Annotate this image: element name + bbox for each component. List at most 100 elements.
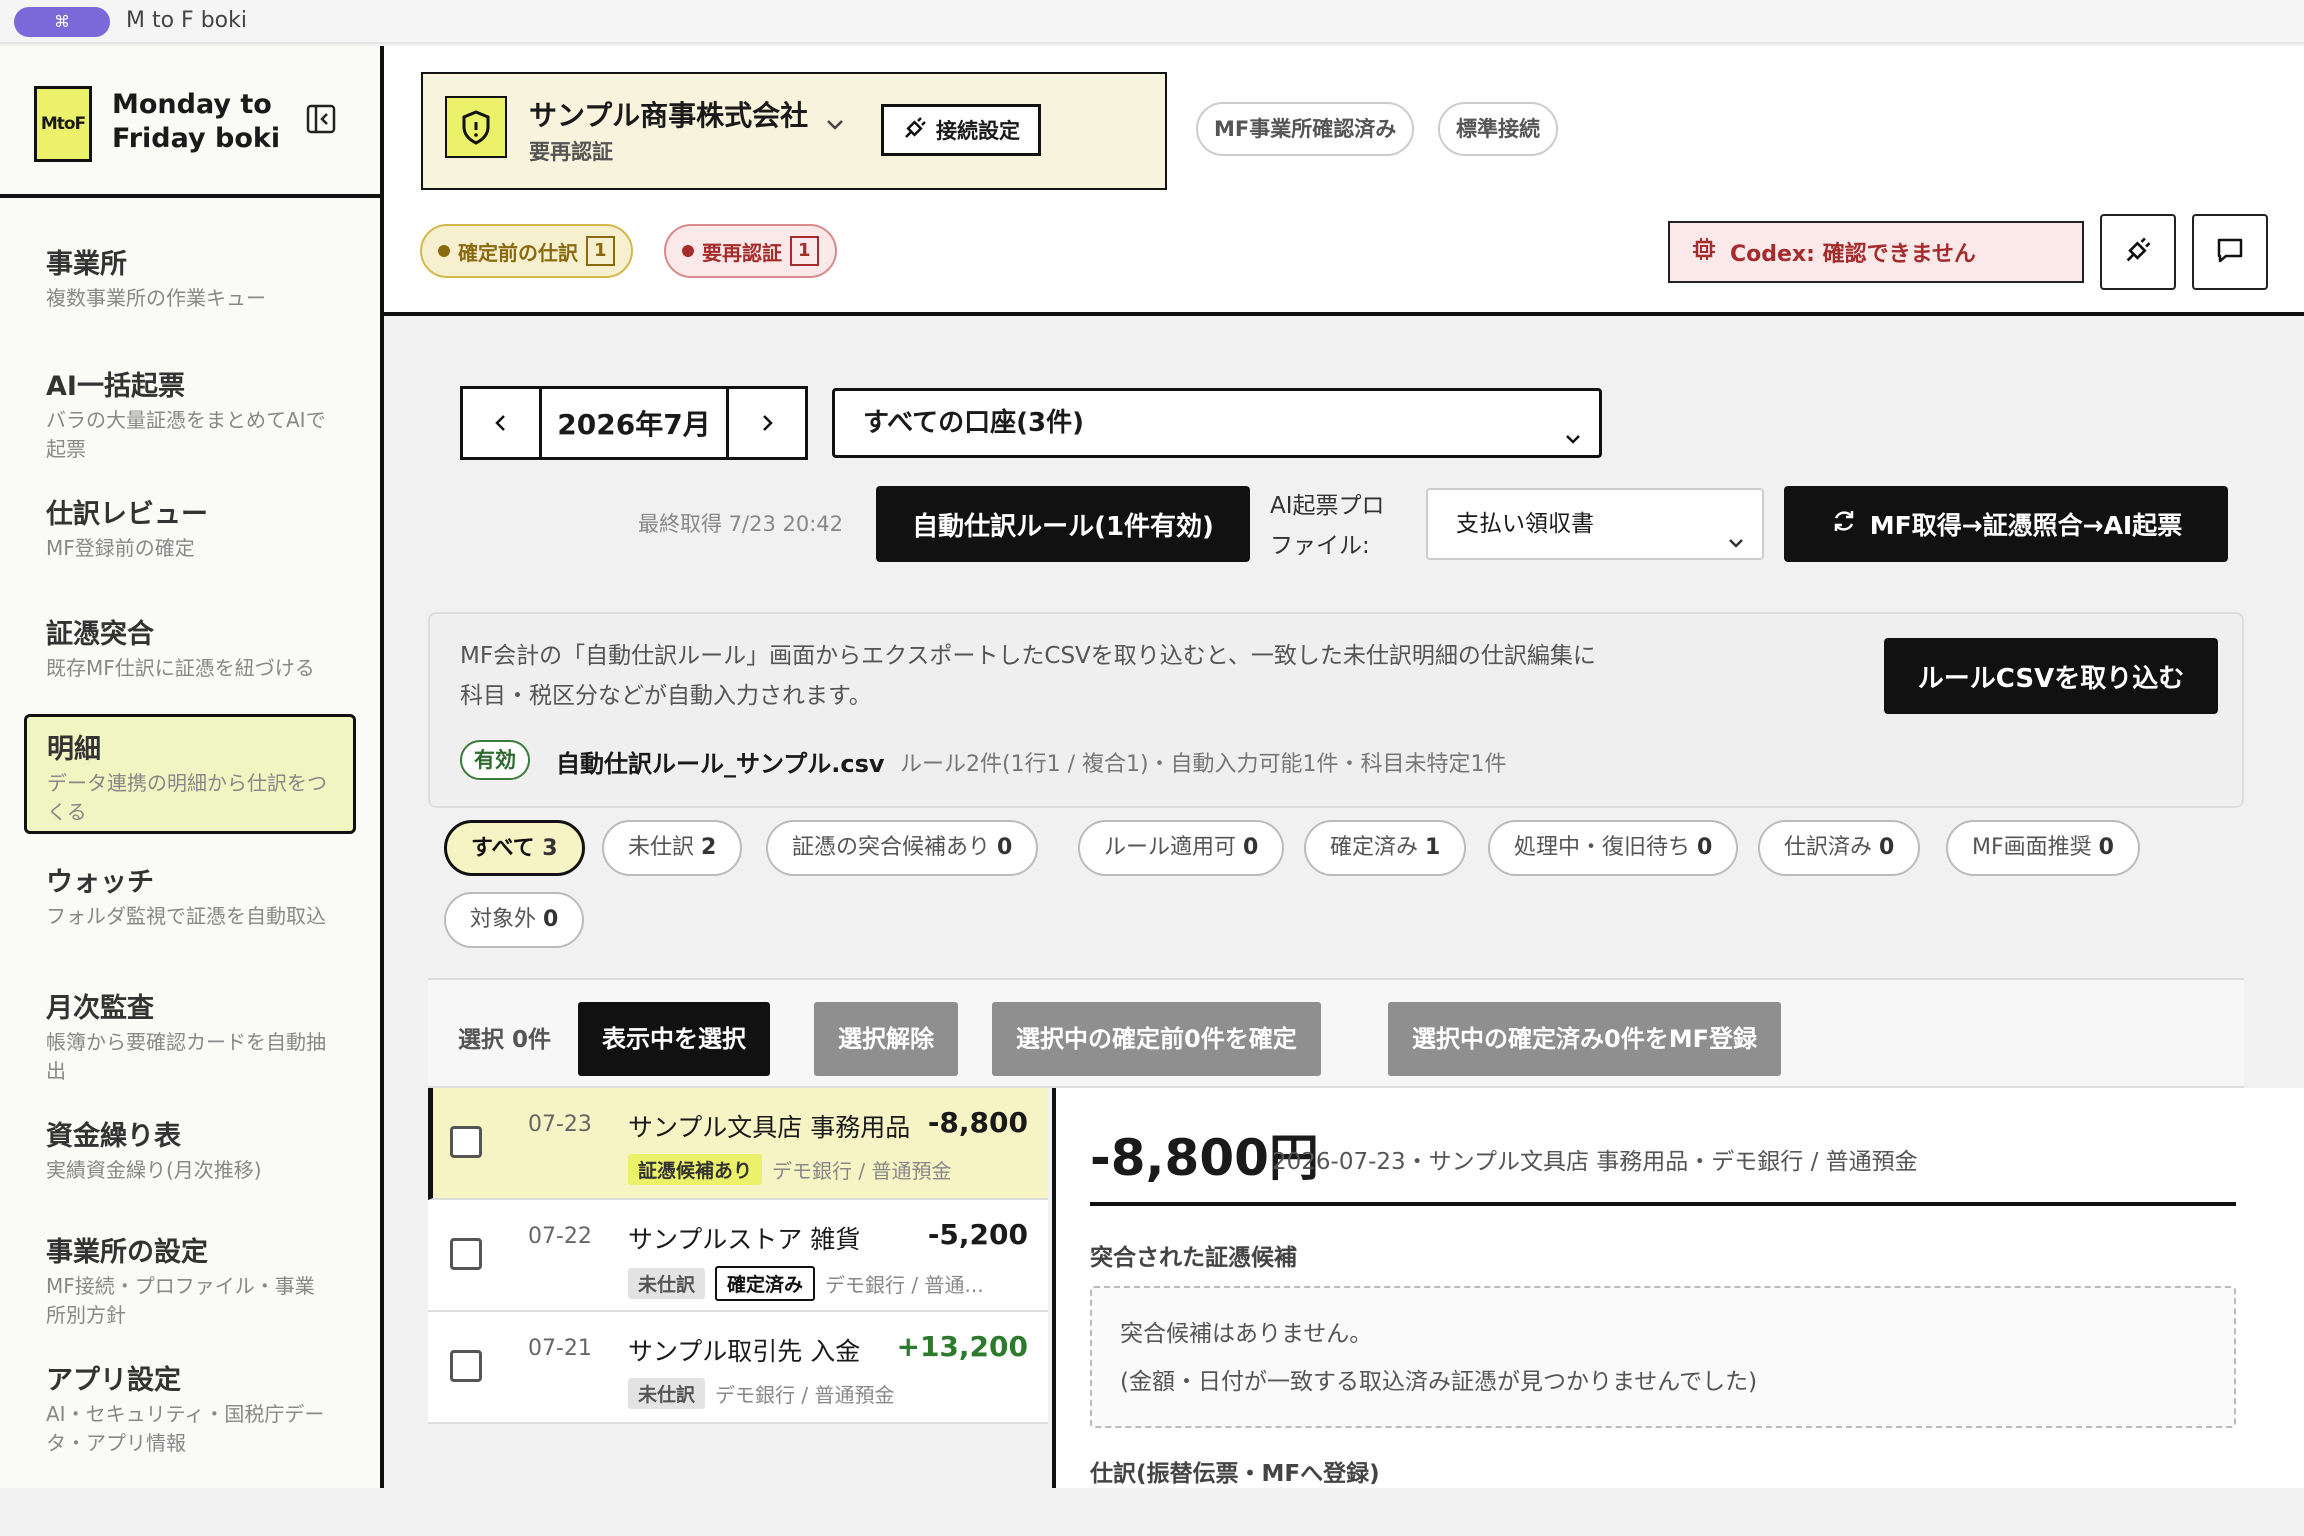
month-label: 2026年7月 <box>539 389 729 457</box>
connection-button[interactable] <box>2100 214 2176 290</box>
month-navigator: 2026年7月 <box>460 386 808 460</box>
title-bar: ⌘ M to F boki <box>0 0 2304 44</box>
status-badge: 証憑候補あり <box>628 1154 763 1185</box>
filter-count: 0 <box>1243 835 1259 860</box>
chevron-left-icon[interactable] <box>463 389 539 457</box>
sidebar-item-title: アプリ設定 <box>46 1365 181 1396</box>
sidebar-item-voucher-match[interactable]: 証憑突合 既存MF仕訳に証憑を紐づける <box>24 606 356 693</box>
sidebar-item-offices[interactable]: 事業所 複数事業所の作業キュー <box>24 236 356 323</box>
chevron-down-icon[interactable] <box>821 110 849 138</box>
filter-tabs: すべて 3 未仕訳 2 証憑の突合候補あり 0 ルール適用可 0 確定済み 1 … <box>428 820 2244 976</box>
reauth-chip[interactable]: 要再認証 1 <box>664 224 837 278</box>
brand-line-1: Monday to <box>112 89 272 120</box>
sidebar-item-ai-bulk[interactable]: AI一括起票 バラの大量証憑をまとめてAIで起票 <box>24 358 356 474</box>
rules-summary: ルール2件(1行1 / 複合1)・自動入力可能1件・科目未特定1件 <box>900 752 1507 777</box>
selection-bar: 選択 0件 表示中を選択 選択解除 選択中の確定前0件を確定 選択中の確定済み0… <box>428 978 2244 1088</box>
sidebar-item-title: ウォッチ <box>46 867 154 898</box>
profile-label-line-2: ファイル: <box>1270 533 1370 559</box>
sidebar-item-desc: 実績資金繰り(月次推移) <box>46 1158 262 1182</box>
company-status: 要再認証 <box>529 140 613 164</box>
plug-icon <box>902 115 928 146</box>
filter-excluded[interactable]: 対象外 0 <box>444 892 585 948</box>
confirm-pending-button[interactable]: 選択中の確定前0件を確定 <box>992 1002 1321 1076</box>
main-content: 2026年7月 すべての口座(3件) 最終取得 7/23 20:42 自動仕訳ル… <box>384 320 2304 1488</box>
filter-journaled[interactable]: 仕訳済み 0 <box>1758 820 1921 876</box>
filter-processing[interactable]: 処理中・復旧待ち 0 <box>1488 820 1739 876</box>
last-fetch-time: 最終取得 7/23 20:42 <box>638 512 844 536</box>
select-visible-button[interactable]: 表示中を選択 <box>578 1002 770 1076</box>
refresh-icon <box>1830 507 1858 541</box>
sidebar-item-journal-review[interactable]: 仕訳レビュー MF登録前の確定 <box>24 486 356 573</box>
app-name: M to F boki <box>126 8 247 33</box>
status-badge: 未仕訳 <box>628 1268 706 1299</box>
rules-description: MF会計の「自動仕訳ルール」画面からエクスポートしたCSVを取り込むと、一致した… <box>460 643 1596 709</box>
sidebar-item-app-settings[interactable]: アプリ設定 AI・セキュリティ・国税庁データ・アプリ情報 <box>24 1352 356 1468</box>
company-switcher[interactable]: サンプル商事株式会社 要再認証 接続設定 <box>421 72 1167 190</box>
chevron-down-icon <box>1561 411 1585 444</box>
brand-name: Monday to Friday boki <box>112 88 280 156</box>
row-checkbox[interactable] <box>450 1126 482 1158</box>
filter-all[interactable]: すべて 3 <box>444 820 585 876</box>
row-description: サンプル取引先 入金 <box>628 1337 861 1366</box>
account-select[interactable]: すべての口座(3件) <box>832 388 1602 458</box>
sidebar-item-cashflow[interactable]: 資金繰り表 実績資金繰り(月次推移) <box>24 1108 356 1195</box>
app-logo: MtoF <box>34 86 92 162</box>
shield-icon <box>445 96 507 158</box>
pending-journal-chip[interactable]: 確定前の仕訳 1 <box>420 224 633 278</box>
row-tags: 未仕訳 確定済み デモ銀行 / 普通... <box>628 1266 984 1301</box>
filter-match-candidates[interactable]: 証憑の突合候補あり 0 <box>766 820 1039 876</box>
run-pipeline-label: MF取得→証憑照合→AI起票 <box>1869 511 2183 540</box>
row-account: デモ銀行 / 普通... <box>825 1273 984 1297</box>
table-row[interactable]: 07-22 サンプルストア 雑貨 -5,200 未仕訳 確定済み デモ銀行 / … <box>428 1200 1048 1312</box>
filter-confirmed[interactable]: 確定済み 1 <box>1304 820 1467 876</box>
sidebar-item-monthly-audit[interactable]: 月次監査 帳簿から要確認カードを自動抽出 <box>24 980 356 1096</box>
collapse-sidebar-icon[interactable] <box>304 102 338 136</box>
sidebar-item-title: 仕訳レビュー <box>46 499 208 530</box>
run-pipeline-button[interactable]: MF取得→証憑照合→AI起票 <box>1784 486 2228 562</box>
connect-settings-button[interactable]: 接続設定 <box>881 104 1041 156</box>
filter-label: 確定済み <box>1330 835 1419 860</box>
profile-select[interactable]: 支払い領収書 <box>1426 488 1764 560</box>
row-description: サンプルストア 雑貨 <box>628 1225 861 1254</box>
row-checkbox[interactable] <box>450 1350 482 1382</box>
filter-mf-recommended[interactable]: MF画面推奨 0 <box>1946 820 2140 876</box>
import-rules-button[interactable]: ルールCSVを取り込む <box>1884 638 2218 714</box>
divider <box>1090 1202 2236 1206</box>
filter-label: すべて <box>471 836 535 861</box>
table-row[interactable]: 07-21 サンプル取引先 入金 +13,200 未仕訳 デモ銀行 / 普通預金 <box>428 1312 1048 1424</box>
profile-label-line-1: AI起票プロ <box>1270 493 1385 519</box>
candidates-empty-box: 突合候補はありません。 (金額・日付が一致する取込済み証憑が見つかりませんでした… <box>1090 1286 2236 1428</box>
row-tags: 未仕訳 デモ銀行 / 普通預金 <box>628 1378 894 1409</box>
filter-count: 0 <box>1879 835 1895 860</box>
sidebar-item-title: 資金繰り表 <box>46 1121 181 1152</box>
status-dot <box>438 245 450 257</box>
sidebar-item-desc: 帳簿から要確認カードを自動抽出 <box>46 1030 326 1083</box>
chevron-right-icon[interactable] <box>729 389 805 457</box>
row-checkbox[interactable] <box>450 1238 482 1270</box>
auto-rule-button[interactable]: 自動仕訳ルール(1件有効) <box>876 486 1250 562</box>
filter-unjournaled[interactable]: 未仕訳 2 <box>602 820 743 876</box>
codex-status[interactable]: Codex: 確認できません <box>1668 221 2084 283</box>
pending-journal-count: 1 <box>586 236 615 266</box>
rules-panel: MF会計の「自動仕訳ルール」画面からエクスポートしたCSVを取り込むと、一致した… <box>428 612 2244 808</box>
chat-button[interactable] <box>2192 214 2268 290</box>
sidebar-item-desc: フォルダ監視で証憑を自動取込 <box>46 904 326 928</box>
sidebar-item-watch[interactable]: ウォッチ フォルダ監視で証憑を自動取込 <box>24 854 356 941</box>
chip-icon <box>1690 235 1718 269</box>
sidebar-item-statements[interactable]: 明細 データ連携の明細から仕訳をつくる <box>24 714 356 834</box>
register-mf-button[interactable]: 選択中の確定済み0件をMF登録 <box>1388 1002 1781 1076</box>
filter-label: 証憑の突合候補あり <box>792 835 991 860</box>
clear-selection-button[interactable]: 選択解除 <box>814 1002 958 1076</box>
status-dot <box>682 245 694 257</box>
command-palette-button[interactable]: ⌘ <box>14 7 110 37</box>
sidebar-item-office-settings[interactable]: 事業所の設定 MF接続・プロファイル・事業所別方針 <box>24 1224 356 1340</box>
sidebar-item-title: 証憑突合 <box>46 619 154 650</box>
filter-label: 仕訳済み <box>1784 835 1873 860</box>
row-date: 07-23 <box>528 1112 592 1137</box>
filter-rule-applicable[interactable]: ルール適用可 0 <box>1078 820 1285 876</box>
filter-label: 未仕訳 <box>628 835 695 860</box>
mf-office-confirmed-badge: MF事業所確認済み <box>1196 102 1415 156</box>
table-row[interactable]: 07-23 サンプル文具店 事務用品 -8,800 証憑候補あり デモ銀行 / … <box>428 1088 1048 1200</box>
filter-label: ルール適用可 <box>1104 835 1237 860</box>
sidebar: MtoF Monday to Friday boki 事業所 複数事業所の作業キ… <box>0 46 384 1488</box>
